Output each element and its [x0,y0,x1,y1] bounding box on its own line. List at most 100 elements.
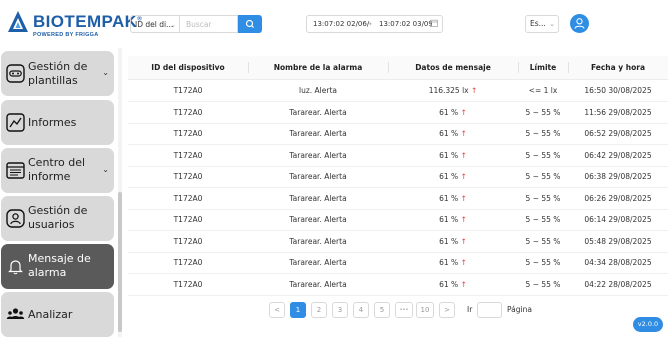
cell-device-id: T172A0 [173,215,203,224]
arrow-up-icon: ↑ [460,215,467,224]
avatar[interactable] [570,14,589,33]
table-row[interactable]: T172A0 Tararear. Alerta 61 % ↑ 5 ~ 55 % … [128,145,668,167]
sidebar-scrollbar-thumb[interactable] [118,192,122,332]
sidebar-item-user-management[interactable]: Gestión de usuarios [1,196,114,241]
date-start[interactable]: 13:07:02 02/06/ [313,16,369,32]
page-button-10[interactable]: 10 [416,302,434,318]
sidebar-item-label: Informes [28,116,77,129]
table-row[interactable]: T172A0 Tararear. Alerta 61 % ↑ 5 ~ 55 % … [128,123,668,145]
cell-device-id: T172A0 [173,279,203,289]
sidebar-item-label: Analizar [28,308,73,321]
cell-alarm-name: Tararear. Alerta [289,129,347,138]
cell-limit: 5 ~ 55 % [525,279,561,289]
date-range-picker[interactable]: 13:07:02 02/06/ → 13:07:02 03/09/ [306,15,443,33]
cell-alarm-name: Tararear. Alerta [289,215,347,224]
page-button-4[interactable]: 4 [353,302,369,318]
brand-tagline: POWERED BY FRIGGA [33,32,99,38]
cell-limit: 5 ~ 55 % [525,258,561,267]
cell-alarm-name: Tararear. Alerta [289,193,347,203]
prev-page-button[interactable]: < [269,302,285,318]
cell-message-data: 61 % ↑ [439,258,467,267]
cell-datetime: 06:38 29/08/2025 [584,172,652,181]
table-row[interactable]: T172A0 Tararear. Alerta 61 % ↑ 5 ~ 55 % … [128,274,668,296]
table-row[interactable]: T172A0 Tararear. Alerta 61 % ↑ 5 ~ 55 % … [128,252,668,274]
sidebar-item-label: Centro del informe [28,156,86,183]
cell-datetime: 04:22 28/08/2025 [584,279,652,289]
cell-device-id: T172A0 [173,258,203,267]
cell-device-id: T172A0 [173,107,203,117]
cell-message-data: 61 % ↑ [439,236,467,246]
cell-message-data: 61 % ↑ [439,279,467,289]
logo-mark-icon [8,11,28,32]
cell-alarm-name: Tararear. Alerta [289,150,347,160]
brand-name: BIOTEMPAK® [33,12,143,31]
sidebar-item-report-center[interactable]: Centro del informe ⌄ [1,148,114,193]
cell-device-id: T172A0 [173,150,203,160]
cell-device-id: T172A0 [173,172,203,181]
device-id-select[interactable]: ID del di... ⌄ [130,15,180,33]
arrow-up-icon: ↑ [460,150,467,160]
sidebar-item-template-management[interactable]: Gestión de plantillas ⌄ [1,51,114,96]
sidebar-item-reports[interactable]: Informes [1,100,114,145]
more-pages-button[interactable]: ••• [395,302,413,318]
calendar-icon [430,19,438,27]
next-page-button[interactable]: > [439,302,455,318]
device-id-select-value: ID del di... [135,20,174,29]
language-select-value: Es... [530,19,546,28]
sidebar-item-label: Gestión de usuarios [28,204,88,231]
language-select[interactable]: Es... ⌄ [525,15,559,33]
date-end[interactable]: 13:07:02 03/09/ [379,16,432,32]
page-button-5[interactable]: 5 [374,302,390,318]
table-row[interactable]: T172A0 Tararear. Alerta 61 % ↑ 5 ~ 55 % … [128,209,668,231]
arrow-up-icon: ↑ [460,172,467,181]
cell-device-id: T172A0 [173,86,203,95]
table-row[interactable]: T172A0 luz. Alerta 116.325 lx ↑ <= 1 lx … [128,80,668,102]
user-avatar-icon [574,18,585,29]
cell-message-data: 61 % ↑ [439,193,467,203]
chevron-down-icon: ⌄ [549,20,555,28]
cell-datetime: 04:34 28/08/2025 [584,258,652,267]
page-label: Página [507,305,532,314]
table-row[interactable]: T172A0 Tararear. Alerta 61 % ↑ 5 ~ 55 % … [128,188,668,210]
page-button-1[interactable]: 1 [290,302,306,318]
cell-alarm-name: Tararear. Alerta [289,107,347,117]
table-row[interactable]: T172A0 Tararear. Alerta 61 % ↑ 5 ~ 55 % … [128,102,668,124]
search-button[interactable] [238,15,262,33]
template-icon [6,64,25,83]
arrow-up-icon: ↑ [460,258,467,267]
cell-datetime: 16:50 30/08/2025 [584,86,652,95]
arrow-up-icon: ↑ [460,107,467,117]
cell-datetime: 06:52 29/08/2025 [584,129,652,138]
arrow-up-icon: ↑ [460,129,467,138]
top-bar: BIOTEMPAK® POWERED BY FRIGGA ID del di..… [0,0,670,48]
search-icon [245,19,255,29]
bell-icon [8,260,23,275]
arrow-up-icon: ↑ [471,86,478,95]
sidebar-item-analyze[interactable]: Analizar [1,292,114,337]
table-row[interactable]: T172A0 Tararear. Alerta 61 % ↑ 5 ~ 55 % … [128,166,668,188]
cell-device-id: T172A0 [173,193,203,203]
cell-datetime: 06:26 29/08/2025 [584,193,652,203]
cell-message-data: 61 % ↑ [439,150,467,160]
sidebar-item-label: Gestión de plantillas [28,60,88,87]
column-header-device-id: ID del dispositivo [151,63,225,72]
sidebar-item-alarm-message[interactable]: Mensaje de alarma [1,244,114,289]
chevron-down-icon: ⌄ [102,68,109,77]
page-button-2[interactable]: 2 [311,302,327,318]
page-button-3[interactable]: 3 [332,302,348,318]
column-header-datetime: Fecha y hora [590,63,646,72]
cell-limit: 5 ~ 55 % [525,172,561,181]
chevron-down-icon: ⌄ [102,165,109,174]
goto-page-input[interactable] [477,302,502,318]
cell-datetime: 06:14 29/08/2025 [584,215,652,224]
cell-alarm-name: luz. Alerta [299,86,337,95]
user-icon [6,209,25,228]
version-badge: v2.0.0 [633,317,663,332]
cell-limit: 5 ~ 55 % [525,129,561,138]
cell-alarm-name: Tararear. Alerta [289,236,347,246]
search-input[interactable] [180,15,238,33]
report-center-icon [6,162,25,179]
cell-limit: 5 ~ 55 % [525,236,561,246]
table-row[interactable]: T172A0 Tararear. Alerta 61 % ↑ 5 ~ 55 % … [128,231,668,253]
arrow-up-icon: ↑ [460,236,467,246]
